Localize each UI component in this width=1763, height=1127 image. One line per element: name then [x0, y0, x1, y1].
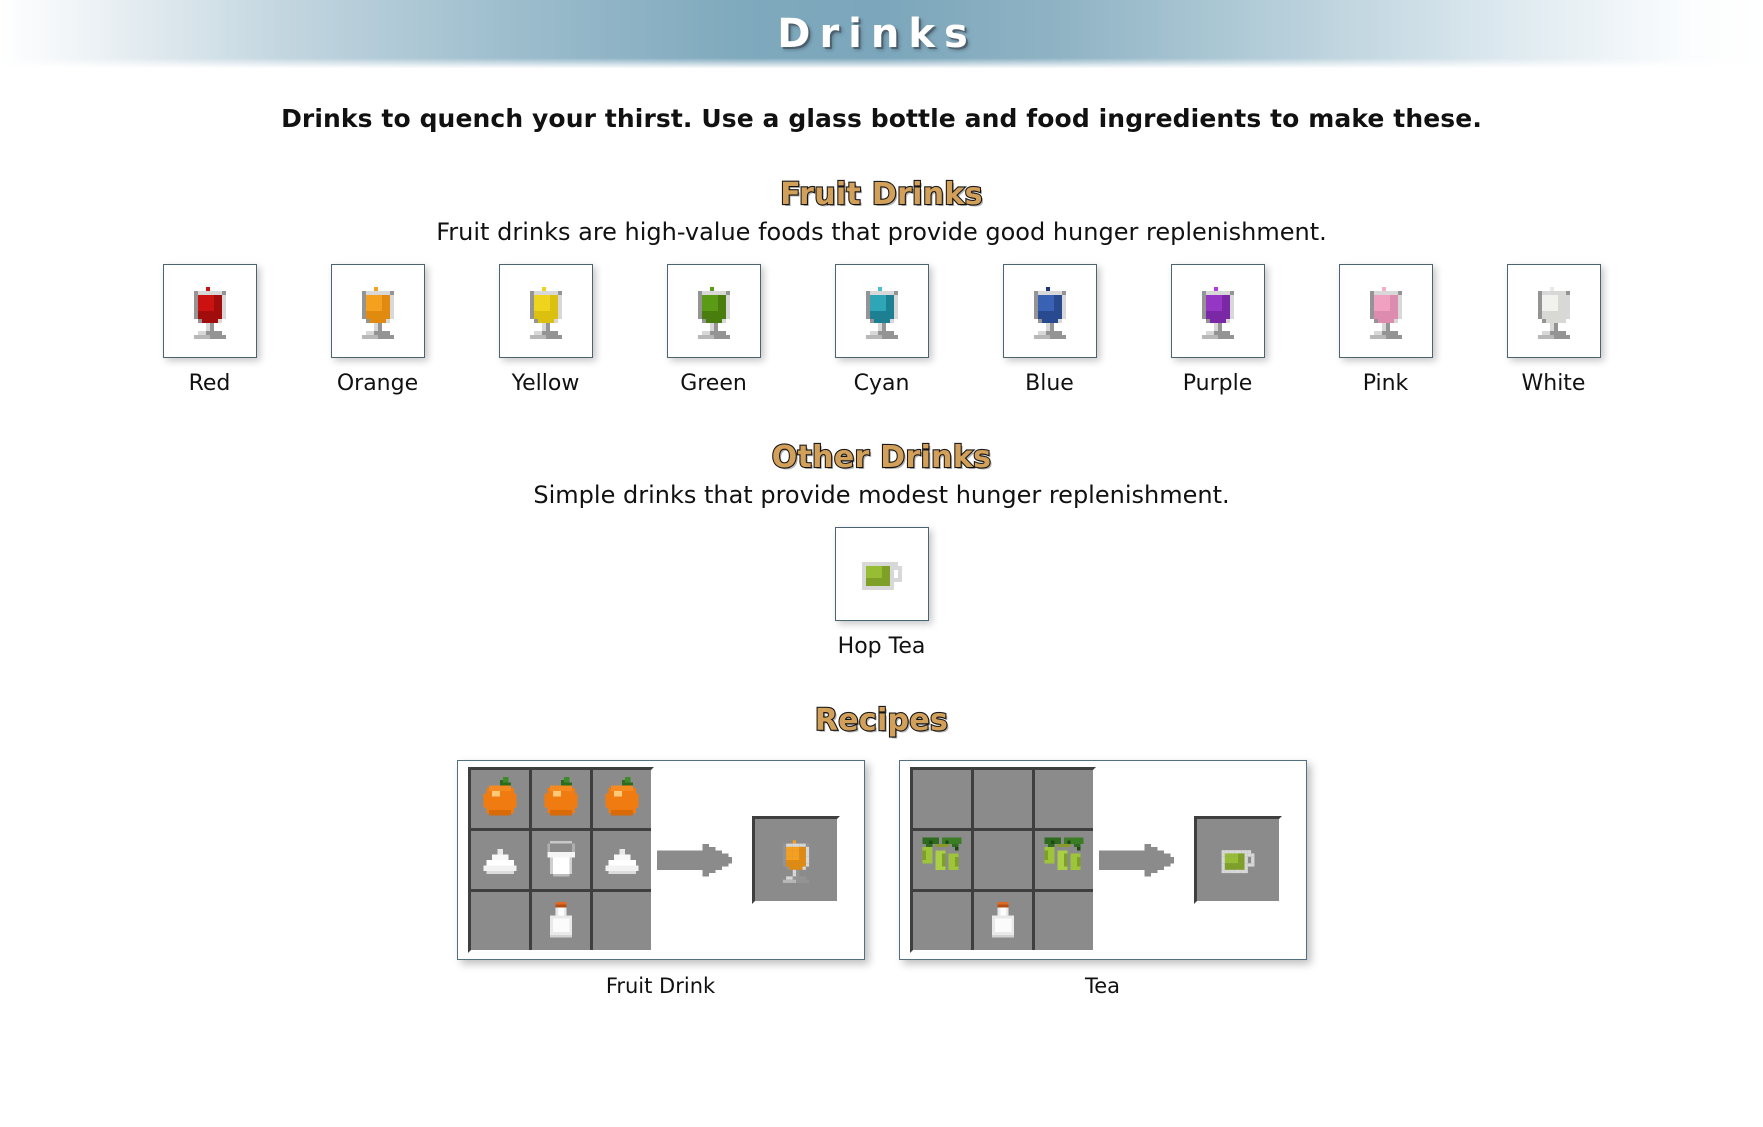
- crafting-slot-sugar-icon: [470, 831, 529, 889]
- item-white[interactable]: White: [1506, 264, 1602, 396]
- crafting-slot-empty: [1034, 892, 1093, 950]
- section-fruit-drinks: Fruit Drinks Fruit drinks are high-value …: [0, 176, 1763, 396]
- recipe-fruit-drink: Fruit Drink: [456, 760, 865, 998]
- section-heading-other-drinks: Other Drinks: [771, 439, 992, 476]
- recipe-card: [456, 760, 865, 960]
- drink-glass-icon[interactable]: [1002, 264, 1097, 358]
- recipes-section: Recipes Fruit Drink Tea: [0, 702, 1763, 998]
- arrow-right-icon: [654, 834, 738, 886]
- item-label: White: [1521, 371, 1586, 396]
- recipe-result-slot: [751, 816, 840, 904]
- drink-glass-icon[interactable]: [666, 264, 761, 358]
- section-heading-fruit-drinks: Fruit Drinks: [779, 176, 983, 213]
- item-label: Green: [680, 371, 747, 396]
- recipe-card: [898, 760, 1307, 960]
- item-pink[interactable]: Pink: [1338, 264, 1434, 396]
- item-row-fruit-drinks: Red Orange Yellow Green Cyan Blue Purple Pink Wh…: [0, 264, 1763, 396]
- recipe-tea: Tea: [898, 760, 1307, 998]
- crafting-slot-glass-bottle-icon: [531, 892, 590, 950]
- crafting-slot-orange-fruit-icon: [531, 770, 590, 828]
- item-green[interactable]: Green: [666, 264, 762, 396]
- crafting-slot-orange-fruit-icon: [470, 770, 529, 828]
- crafting-slot-empty: [470, 892, 529, 950]
- item-yellow[interactable]: Yellow: [498, 264, 594, 396]
- crafting-slot-glass-bottle-icon: [973, 892, 1032, 950]
- drink-glass-icon[interactable]: [1338, 264, 1433, 358]
- tea-mug-icon: [1211, 834, 1263, 886]
- item-cyan[interactable]: Cyan: [834, 264, 930, 396]
- item-purple[interactable]: Purple: [1170, 264, 1266, 396]
- item-label: Hop Tea: [837, 634, 926, 659]
- section-subtitle-other-drinks: Simple drinks that provide modest hunger…: [533, 481, 1230, 509]
- crafting-slot-empty: [592, 892, 651, 950]
- recipe-caption: Fruit Drink: [605, 974, 716, 998]
- item-label: Purple: [1182, 371, 1253, 396]
- crafting-slot-empty: [973, 770, 1032, 828]
- drink-glass-icon[interactable]: [498, 264, 593, 358]
- sections-container: Fruit Drinks Fruit drinks are high-value …: [0, 176, 1763, 659]
- recipes-row: Fruit Drink Tea: [0, 760, 1763, 998]
- crafting-grid: [467, 767, 654, 953]
- crafting-slot-orange-fruit-icon: [592, 770, 651, 828]
- crafting-grid: [909, 767, 1096, 953]
- item-label: Cyan: [853, 371, 910, 396]
- drink-glass-icon[interactable]: [330, 264, 425, 358]
- orange-drink-icon: [769, 834, 821, 886]
- item-label: Pink: [1362, 371, 1409, 396]
- item-orange[interactable]: Orange: [330, 264, 426, 396]
- crafting-slot-hops-icon: [912, 831, 971, 889]
- crafting-slot-empty: [1034, 770, 1093, 828]
- arrow-right-icon: [1096, 834, 1180, 886]
- crafting-slot-milk-bucket-icon: [531, 831, 590, 889]
- crafting-slot-empty: [912, 892, 971, 950]
- crafting-slot-empty: [973, 831, 1032, 889]
- drink-glass-icon[interactable]: [1170, 264, 1265, 358]
- item-label: Yellow: [511, 371, 580, 396]
- page-intro-text: Drinks to quench your thirst. Use a glas…: [281, 104, 1482, 133]
- recipes-heading: Recipes: [814, 702, 949, 739]
- crafting-slot-hops-icon: [1034, 831, 1093, 889]
- item-label: Blue: [1025, 371, 1074, 396]
- page-header: Drinks: [0, 0, 1763, 68]
- item-label: Orange: [336, 371, 419, 396]
- item-label: Red: [188, 371, 231, 396]
- section-other-drinks: Other Drinks Simple drinks that provide m…: [0, 439, 1763, 659]
- crafting-slot-empty: [912, 770, 971, 828]
- item-blue[interactable]: Blue: [1002, 264, 1098, 396]
- drink-glass-icon[interactable]: [1506, 264, 1601, 358]
- drink-glass-icon[interactable]: [162, 264, 257, 358]
- item-hop-tea[interactable]: Hop Tea: [834, 527, 930, 659]
- item-row-other-drinks: Hop Tea: [0, 527, 1763, 659]
- recipe-caption: Tea: [1084, 974, 1121, 998]
- recipe-result-slot: [1193, 816, 1282, 904]
- page-title: Drinks: [777, 11, 977, 57]
- crafting-slot-sugar-icon: [592, 831, 651, 889]
- drink-glass-icon[interactable]: [834, 264, 929, 358]
- tea-mug-icon[interactable]: [834, 527, 929, 621]
- section-subtitle-fruit-drinks: Fruit drinks are high-value foods that p…: [436, 218, 1327, 246]
- item-red[interactable]: Red: [162, 264, 258, 396]
